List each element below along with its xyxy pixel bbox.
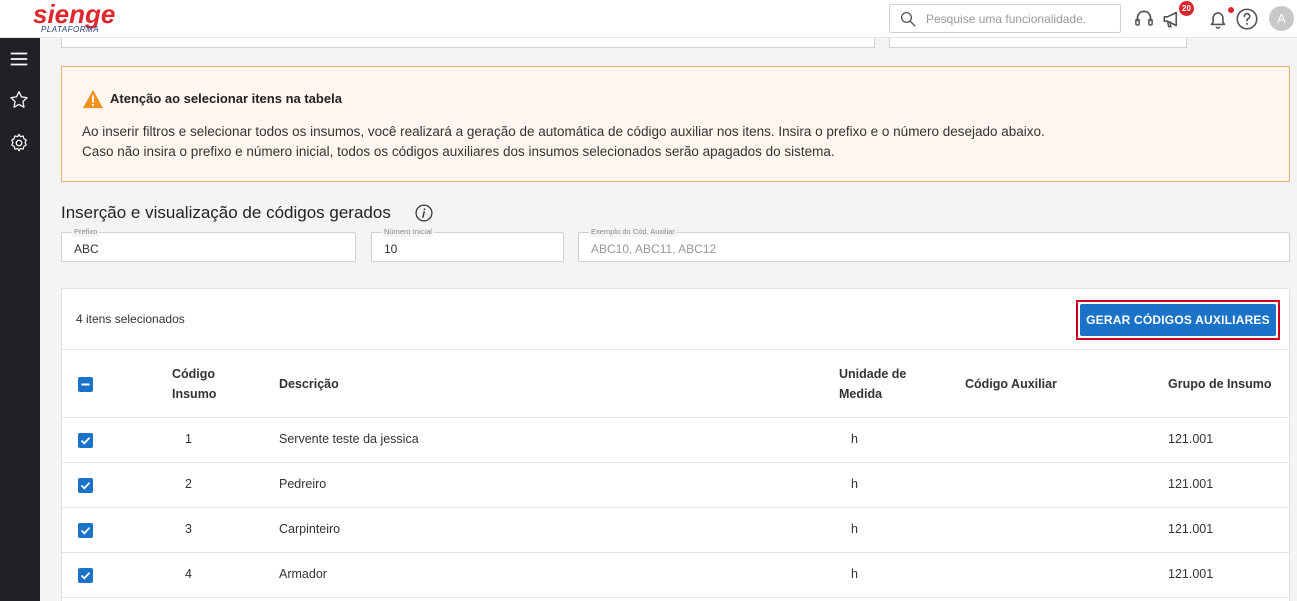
warning-icon — [83, 89, 103, 109]
logo-subtitle: PLATAFORMA — [41, 25, 100, 34]
gear-icon[interactable] — [8, 132, 30, 154]
check-icon — [80, 527, 91, 535]
aux-code-example-label: Exemplo do Cód. Auxiliar — [589, 227, 677, 237]
cell-unit: h — [851, 432, 858, 446]
header-group: Grupo de Insumo — [1168, 377, 1272, 391]
table-row[interactable]: 2 Pedreiro h 121.001 — [62, 464, 1289, 508]
indeterminate-icon — [81, 383, 90, 386]
header-description: Descrição — [279, 377, 339, 391]
header-unit-line1: Unidade de — [839, 367, 907, 381]
check-icon — [80, 482, 91, 490]
filter-field-partial[interactable] — [61, 38, 875, 48]
header-code-line2: Insumo — [172, 387, 217, 401]
aux-code-example-value: ABC10, ABC11, ABC12 — [591, 242, 717, 256]
logo-text: sienge — [33, 0, 116, 29]
prefix-label: Prefixo — [72, 227, 100, 237]
logo[interactable]: sienge PLATAFORMA — [33, 0, 116, 34]
cell-description: Servente teste da jessica — [279, 432, 419, 446]
alert-title: Atenção ao selecionar itens na tabela — [110, 91, 342, 106]
cell-group: 121.001 — [1168, 477, 1214, 491]
row-checkbox[interactable] — [78, 568, 93, 583]
cell-unit: h — [851, 567, 858, 581]
table-header: Código Insumo Descrição Unidade de Medid… — [62, 349, 1289, 418]
top-bar: sienge PLATAFORMA 20 A — [0, 0, 1297, 38]
check-icon — [80, 572, 91, 580]
cell-unit: h — [851, 522, 858, 536]
header-code-line1: Código — [172, 367, 216, 381]
section-title: Inserção e visualização de códigos gerad… — [61, 203, 391, 222]
table-row[interactable]: 3 Carpinteiro h 121.001 — [62, 509, 1289, 553]
cell-group: 121.001 — [1168, 567, 1214, 581]
header-unit-line2: Medida — [839, 387, 883, 401]
row-checkbox[interactable] — [78, 523, 93, 538]
prefix-value[interactable]: ABC — [74, 242, 99, 256]
avatar[interactable]: A — [1269, 6, 1294, 31]
cell-group: 121.001 — [1168, 522, 1214, 536]
info-icon[interactable] — [414, 203, 434, 223]
cell-code: 1 — [185, 432, 192, 446]
header-unit: Unidade de Medida — [839, 364, 906, 404]
search-icon — [900, 11, 916, 27]
row-checkbox[interactable] — [78, 433, 93, 448]
check-icon — [80, 437, 91, 445]
generate-aux-codes-button[interactable]: GERAR CÓDIGOS AUXILIARES — [1080, 304, 1276, 336]
row-checkbox[interactable] — [78, 478, 93, 493]
notification-count-badge: 20 — [1179, 1, 1194, 16]
select-all-checkbox[interactable] — [78, 377, 93, 392]
warning-alert: Atenção ao selecionar itens na tabela Ao… — [61, 66, 1290, 182]
main-content: Atenção ao selecionar itens na tabela Ao… — [40, 38, 1297, 601]
cell-unit: h — [851, 477, 858, 491]
cell-code: 2 — [185, 477, 192, 491]
star-icon[interactable] — [8, 89, 30, 111]
alert-line-1: Ao inserir filtros e selecionar todos os… — [82, 124, 1045, 139]
filter-field-partial[interactable] — [889, 38, 1187, 48]
alert-line-2: Caso não insira o prefixo e número inici… — [82, 144, 835, 159]
prefix-field[interactable]: Prefixo ABC — [61, 227, 356, 262]
items-table-card: 4 itens selecionados GERAR CÓDIGOS AUXIL… — [61, 288, 1290, 601]
search-box[interactable] — [889, 4, 1121, 33]
table-row[interactable]: 1 Servente teste da jessica h 121.001 — [62, 419, 1289, 463]
cell-description: Armador — [279, 567, 327, 581]
table-row[interactable]: 4 Armador h 121.001 — [62, 554, 1289, 598]
headset-icon[interactable] — [1131, 6, 1157, 32]
sidebar — [0, 38, 40, 601]
header-aux-code: Código Auxiliar — [965, 377, 1057, 391]
cell-description: Carpinteiro — [279, 522, 341, 536]
cell-description: Pedreiro — [279, 477, 327, 491]
selected-count: 4 itens selecionados — [76, 312, 185, 326]
start-number-value[interactable]: 10 — [384, 242, 397, 256]
cell-group: 121.001 — [1168, 432, 1214, 446]
help-icon[interactable] — [1234, 6, 1260, 32]
search-input[interactable] — [926, 5, 1116, 32]
cell-code: 3 — [185, 522, 192, 536]
start-number-label: Número Inicial — [382, 227, 434, 237]
start-number-field[interactable]: Número Inicial 10 — [371, 227, 564, 262]
cell-code: 4 — [185, 567, 192, 581]
menu-icon[interactable] — [8, 48, 30, 70]
aux-code-example-field: Exemplo do Cód. Auxiliar ABC10, ABC11, A… — [578, 227, 1290, 262]
header-code: Código Insumo — [172, 364, 216, 404]
